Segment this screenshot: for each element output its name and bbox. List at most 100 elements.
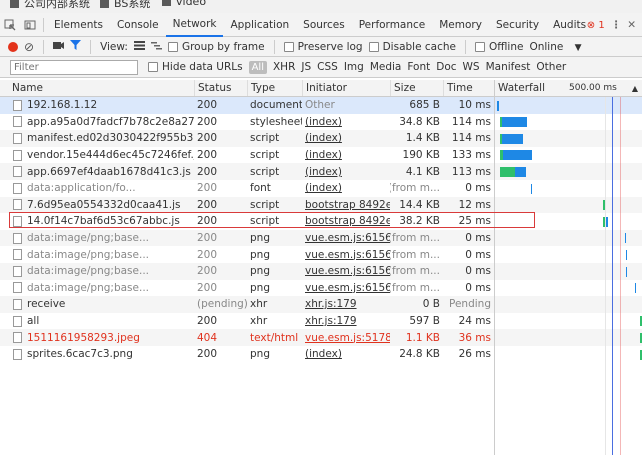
request-initiator[interactable]: vue.esm.js:6156 (302, 280, 390, 297)
device-toolbar-icon[interactable] (20, 13, 40, 37)
file-icon (13, 116, 22, 128)
table-row[interactable]: data:image/png;base... 200 png vue.esm.js:6… (0, 262, 642, 280)
error-counter[interactable]: ⊗ 1 (587, 20, 605, 31)
filter-type-all[interactable]: All (248, 60, 267, 74)
waterfall-bar[interactable] (625, 233, 626, 244)
request-initiator[interactable]: (index) (302, 180, 390, 197)
record-icon[interactable] (8, 41, 18, 52)
overview-icon[interactable] (150, 41, 162, 53)
table-row[interactable]: data:application/fo... 200 font (index) (fro… (0, 180, 642, 197)
filter-type-css[interactable]: CSS (317, 61, 338, 73)
table-row[interactable]: manifest.ed02d3030422f955b337.js200 scrip… (0, 130, 642, 147)
table-row[interactable]: receive (pending) xhr xhr.js:179 0 B Pending (0, 296, 642, 313)
devtools-tabbar: Elements Console Network Application Sou… (0, 13, 642, 37)
waterfall-divider (494, 80, 495, 455)
tab-memory[interactable]: Memory (432, 13, 489, 37)
divider (90, 39, 92, 54)
request-time: 36 ms (458, 331, 491, 344)
table-row[interactable]: data:image/png;base... 200 png vue.esm.js:6… (0, 229, 642, 247)
tab-performance[interactable]: Performance (352, 13, 433, 37)
request-initiator[interactable]: Other (302, 97, 390, 114)
table-row[interactable]: 7.6d95ea0554332d0caa41.js 200 script bootst… (0, 196, 642, 214)
col-type[interactable]: Type (247, 80, 302, 96)
table-row[interactable]: all 200 xhr xhr.js:179 597 B 24 ms (0, 313, 642, 330)
filter-type-font[interactable]: Font (407, 61, 430, 73)
hide-data-urls-checkbox[interactable]: Hide data URLs (148, 61, 243, 73)
col-name[interactable]: Name (0, 80, 194, 96)
request-initiator[interactable]: (index) (302, 163, 390, 180)
request-initiator[interactable]: (index) (302, 114, 390, 131)
filter-icon[interactable] (70, 40, 82, 53)
request-initiator[interactable]: xhr.js:179 (302, 313, 390, 330)
col-initiator[interactable]: Initiator (302, 80, 390, 96)
col-status[interactable]: Status (194, 80, 247, 96)
col-time[interactable]: Time (443, 80, 494, 96)
table-row[interactable]: data:image/png;base... 200 png vue.esm.js:6… (0, 280, 642, 297)
request-initiator[interactable]: (index) (302, 130, 390, 147)
request-initiator[interactable]: (index) (302, 346, 390, 363)
disable-cache-checkbox[interactable]: Disable cache (368, 41, 456, 53)
close-icon[interactable]: ✕ (627, 19, 636, 31)
filter-type-manifest[interactable]: Manifest (486, 61, 531, 73)
filter-type-other[interactable]: Other (536, 61, 566, 73)
more-vert-icon[interactable]: ⋮ (611, 19, 622, 31)
large-rows-icon[interactable] (133, 40, 145, 53)
waterfall-bar[interactable] (500, 166, 515, 177)
table-row[interactable]: data:image/png;base... 200 png vue.esm.js:6… (0, 246, 642, 263)
file-icon (13, 232, 22, 244)
table-header: Name Status Type Initiator Size Time Wat… (0, 80, 642, 97)
waterfall-bar[interactable] (503, 150, 532, 161)
bookmark-2[interactable]: BS系统 (100, 0, 150, 11)
table-row[interactable]: 1511161958293.jpeg 404 text/html vue.esm.js… (0, 329, 642, 346)
waterfall-bar[interactable] (626, 249, 627, 260)
filter-type-js[interactable]: JS (301, 61, 311, 73)
filter-type-media[interactable]: Media (370, 61, 402, 73)
request-initiator[interactable]: (index) (302, 147, 390, 164)
waterfall-bar[interactable] (515, 166, 526, 177)
request-name: app.a95a0d7fadcf7b78c2e8a27774... (10, 114, 194, 131)
waterfall-bar[interactable] (502, 117, 527, 128)
offline-checkbox[interactable]: Offline (474, 41, 523, 53)
tab-security[interactable]: Security (489, 13, 546, 37)
tab-console[interactable]: Console (110, 13, 166, 37)
request-initiator[interactable]: vue.esm.js:5178 (302, 329, 390, 346)
filter-type-doc[interactable]: Doc (436, 61, 456, 73)
inspect-icon[interactable] (0, 13, 20, 37)
request-initiator[interactable]: bootstrap 8492e... (302, 197, 390, 214)
tab-application[interactable]: Application (223, 13, 296, 37)
waterfall-bar[interactable] (626, 266, 627, 277)
clear-icon[interactable]: ⊘ (24, 40, 34, 54)
table-row[interactable]: sprites.6cac7c3.png 200 png (index) 24.8 KB 2… (0, 346, 642, 363)
preserve-log-checkbox[interactable]: Preserve log (283, 41, 363, 53)
waterfall-bar[interactable] (531, 183, 532, 194)
filter-input[interactable] (10, 59, 138, 75)
request-initiator[interactable]: vue.esm.js:6156 (302, 263, 390, 280)
bookmark-3[interactable]: video (162, 0, 206, 8)
tab-elements[interactable]: Elements (47, 13, 110, 37)
bookmark-1[interactable]: 公司内部系统 (10, 0, 90, 11)
table-row[interactable]: app.6697ef4daab1678d41c3.js 200 script (ind… (0, 163, 642, 180)
waterfall-bar[interactable] (502, 133, 523, 144)
request-size: 1.1 KB (405, 331, 440, 344)
waterfall-bar[interactable] (606, 216, 608, 227)
filter-type-ws[interactable]: WS (463, 61, 480, 73)
request-name: sprites.6cac7c3.png (10, 346, 194, 363)
request-initiator[interactable]: vue.esm.js:6156 (302, 246, 390, 263)
table-row[interactable]: vendor.15e444d6ec45c7246fef.js 200 script (… (0, 147, 642, 164)
tab-network[interactable]: Network (165, 13, 224, 37)
group-by-frame-checkbox[interactable]: Group by frame (167, 41, 265, 53)
waterfall-bar[interactable] (497, 100, 499, 111)
col-waterfall[interactable]: Waterfall 500.00 ms ▲ (494, 80, 642, 96)
request-initiator[interactable]: vue.esm.js:6156 (302, 230, 390, 247)
tab-sources[interactable]: Sources (296, 13, 352, 37)
request-initiator[interactable]: xhr.js:179 (302, 296, 390, 313)
col-size[interactable]: Size (390, 80, 443, 96)
capture-screenshots-icon[interactable] (53, 41, 65, 53)
table-row[interactable]: 192.168.1.12 200 document Other 685 B 10 ms (0, 97, 642, 114)
throttling-select[interactable]: Online ▼ (529, 41, 581, 53)
waterfall-bar[interactable] (635, 283, 636, 294)
filter-type-xhr[interactable]: XHR (273, 61, 295, 73)
request-name: all (10, 313, 194, 330)
filter-type-img[interactable]: Img (344, 61, 364, 73)
table-row[interactable]: app.a95a0d7fadcf7b78c2e8a27774...200 styl… (0, 114, 642, 131)
